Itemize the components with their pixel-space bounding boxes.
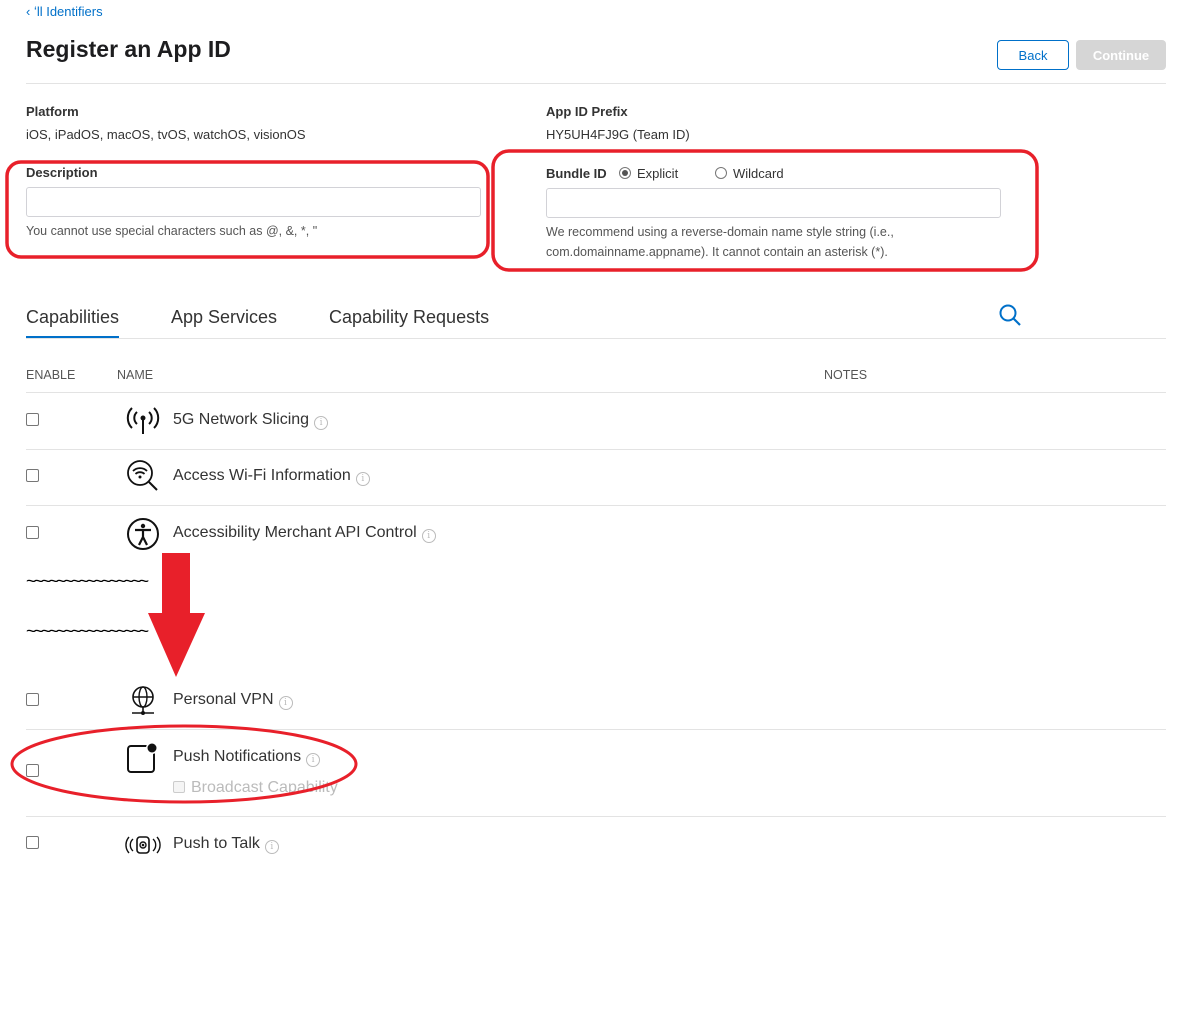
checkbox-push-notifications[interactable] (26, 764, 39, 777)
broadcast-capability-label: Broadcast Capability (191, 779, 338, 796)
divider (26, 392, 1166, 393)
capability-5g-network-slicing: 5G Network Slicing i (173, 411, 329, 430)
capability-name: Push to Talk (173, 835, 260, 852)
capability-name: Access Wi-Fi Information (173, 467, 351, 484)
accessibility-icon (127, 518, 159, 550)
capability-name: Push Notifications (173, 748, 302, 765)
bundle-id-input[interactable] (546, 188, 1001, 218)
walkie-talkie-icon (125, 836, 161, 854)
platform-value: iOS, iPadOS, macOS, tvOS, watchOS, visio… (26, 127, 306, 142)
platform-label: Platform (26, 104, 79, 119)
capability-name: 5G Network Slicing (173, 411, 310, 428)
bundle-id-label: Bundle ID (546, 166, 607, 181)
checkbox-5g-network-slicing[interactable] (26, 413, 39, 426)
header-notes: NOTES (824, 368, 868, 382)
info-icon[interactable]: i (264, 840, 279, 854)
header-enable: ENABLE (26, 368, 76, 382)
checkbox-accessibility-merchant-api-control[interactable] (26, 526, 39, 539)
divider (26, 729, 1166, 730)
page-title: Register an App ID (26, 36, 231, 62)
bundle-id-help: We recommend using a reverse-domain name… (546, 222, 894, 262)
elision-marker: ~~~~~~~~~~~~~~~~ (26, 571, 149, 591)
info-icon[interactable]: i (355, 472, 370, 486)
capability-access-wifi-information: Access Wi-Fi Information i (173, 467, 370, 486)
tab-capability-requests[interactable]: Capability Requests (329, 307, 489, 328)
description-label: Description (26, 165, 98, 180)
info-icon[interactable]: i (421, 529, 436, 543)
bundle-help-line-1: We recommend using a reverse-domain name… (546, 225, 894, 239)
checkbox-personal-vpn[interactable] (26, 693, 39, 706)
checkbox-push-to-talk[interactable] (26, 836, 39, 849)
radio-wildcard[interactable]: Wildcard (715, 166, 784, 181)
wifi-search-icon (127, 460, 158, 491)
radio-explicit-circle[interactable] (619, 167, 631, 179)
elision-marker: ~~~~~~~~~~~~~~~~ (26, 621, 149, 641)
tab-capabilities[interactable]: Capabilities (26, 307, 120, 338)
bundle-help-line-2: com.domainname.appname). It cannot conta… (546, 245, 888, 259)
capability-personal-vpn: Personal VPN i (173, 691, 293, 710)
divider (26, 83, 1166, 84)
search-icon[interactable] (998, 303, 1022, 327)
checkbox-broadcast-capability[interactable] (173, 781, 185, 793)
tab-app-services[interactable]: App Services (171, 307, 277, 328)
divider (26, 505, 1166, 506)
app-id-prefix-value: HY5UH4FJ9G (Team ID) (546, 127, 690, 142)
info-icon[interactable]: i (278, 696, 293, 710)
capability-name: Personal VPN (173, 691, 274, 708)
breadcrumb-all-identifiers[interactable]: ‹ ʻll Identifiers (26, 4, 103, 19)
globe-network-icon (132, 686, 154, 715)
info-icon[interactable]: i (306, 753, 321, 767)
continue-button[interactable]: Continue (1076, 40, 1166, 70)
header-name: NAME (117, 368, 154, 382)
annotation-arrow-down-icon (148, 553, 205, 677)
notification-badge-icon (127, 742, 158, 773)
capability-name: Accessibility Merchant API Control (173, 524, 417, 541)
radio-wildcard-label: Wildcard (733, 166, 784, 181)
radio-explicit[interactable]: Explicit (619, 166, 678, 181)
divider (26, 816, 1166, 817)
capability-push-to-talk: Push to Talk i (173, 835, 279, 854)
divider (26, 449, 1166, 450)
description-help: You cannot use special characters such a… (26, 224, 318, 238)
back-button[interactable]: Back (997, 40, 1069, 70)
info-icon[interactable]: i (314, 416, 329, 430)
description-input[interactable] (26, 187, 481, 217)
capability-accessibility-merchant-api-control: Accessibility Merchant API Control i (173, 524, 436, 543)
app-id-prefix-label: App ID Prefix (546, 104, 628, 119)
checkbox-access-wifi-information[interactable] (26, 469, 39, 482)
tabs-divider (26, 338, 1166, 339)
antenna-icon (126, 407, 160, 434)
radio-wildcard-circle[interactable] (715, 167, 727, 179)
capability-push-notifications: Push Notifications i (173, 748, 321, 767)
radio-explicit-label: Explicit (637, 166, 679, 181)
